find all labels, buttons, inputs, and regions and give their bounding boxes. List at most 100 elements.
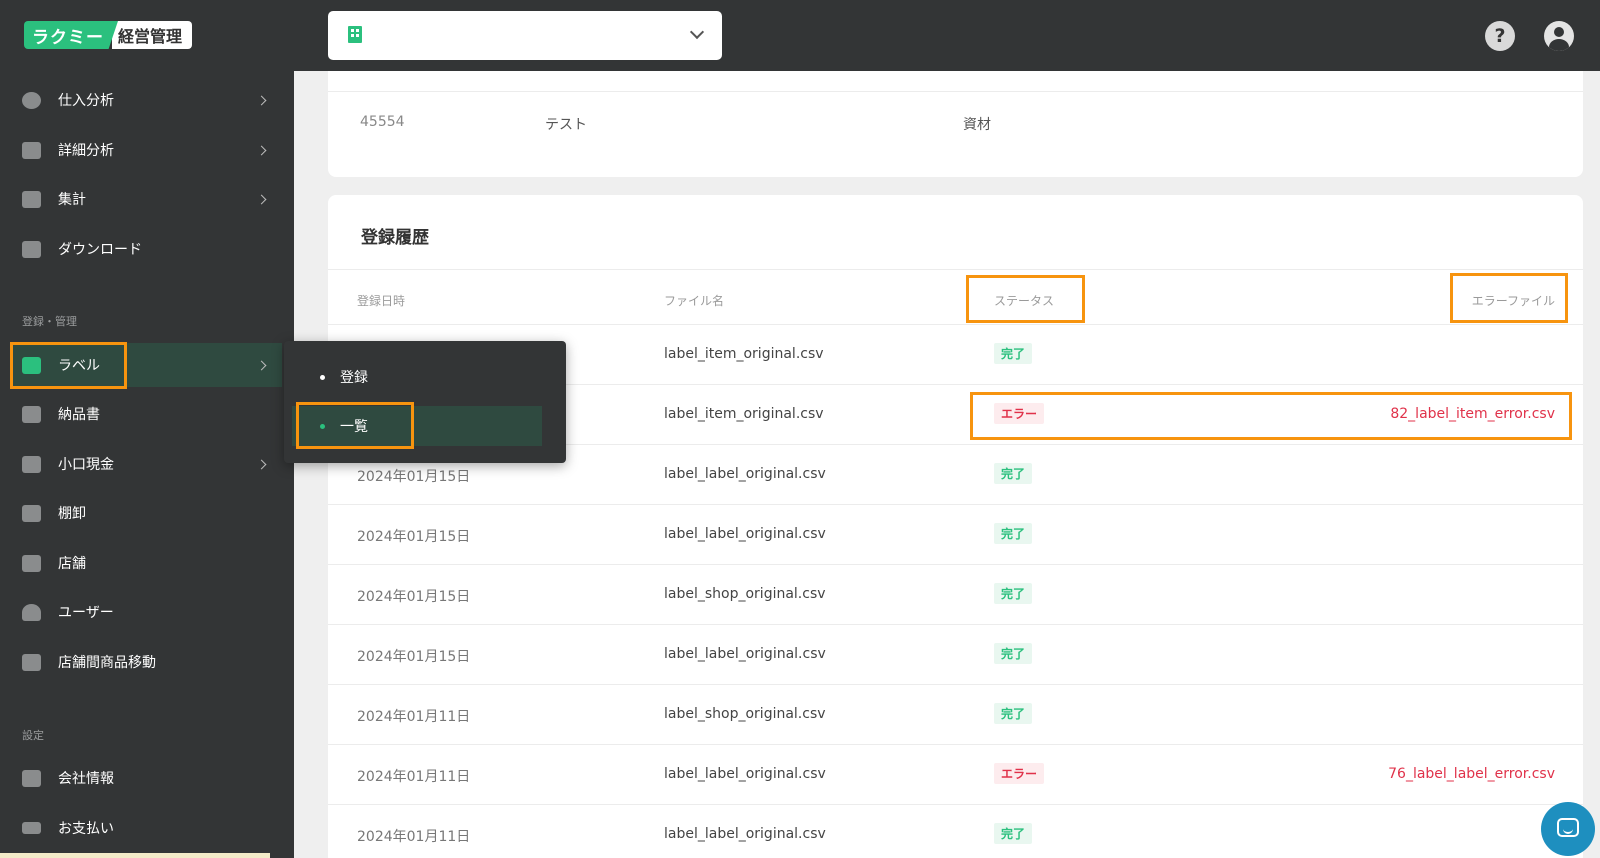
sidebar-item-download[interactable]: ダウンロード (0, 227, 294, 271)
row-date: 2024年01月15日 (357, 589, 471, 605)
status-badge: 完了 (994, 703, 1033, 724)
registration-history-card: 登録履歴 登録日時 ファイル名 ステータス エラーファイル label_item… (328, 195, 1583, 858)
table-row: 2024年01月11日 label_label_original.csv 完了 (328, 805, 1583, 858)
briefcase-icon (22, 769, 41, 787)
sidebar-item-company-info[interactable]: 会社情報 (0, 756, 294, 800)
transfer-icon (22, 653, 41, 671)
sidebar-item-label: 店舗 (58, 556, 86, 572)
sidebar-item-store-transfer[interactable]: 店舗間商品移動 (0, 640, 294, 684)
column-header-date: 登録日時 (357, 294, 406, 308)
table-row: 2024年01月15日 label_label_original.csv 完了 (328, 505, 1583, 565)
sidebar-item-petty-cash[interactable]: 小口現金 (0, 442, 294, 486)
submenu-item-label: 登録 (340, 370, 368, 386)
chevron-right-icon (256, 360, 267, 370)
receipt-icon (22, 405, 41, 423)
pie-chart-icon (22, 91, 41, 109)
item-detail-card: 45554 テスト 資材 (328, 71, 1583, 177)
building-icon (348, 26, 362, 43)
wallet-icon (22, 455, 41, 473)
section-title: 登録履歴 (361, 228, 429, 248)
sidebar-item-label: 詳細分析 (58, 143, 114, 159)
users-icon (22, 603, 41, 621)
sidebar-item-purchase-analysis[interactable]: 仕入分析 (0, 78, 294, 122)
sidebar-item-users[interactable]: ユーザー (0, 590, 294, 634)
row-date: 2024年01月11日 (357, 709, 471, 725)
sidebar-item-label: お支払い (58, 821, 114, 837)
row-filename: label_shop_original.csv (664, 586, 826, 602)
sidebar-item-label: 集計 (58, 192, 86, 208)
grid-icon (22, 504, 41, 522)
sidebar-item-label: ダウンロード (58, 242, 142, 258)
sidebar-item-invoice[interactable]: 納品書 (0, 392, 294, 436)
error-file-link[interactable]: 76_label_label_error.csv (1388, 766, 1555, 782)
sidebar-item-label: ユーザー (58, 605, 114, 621)
highlight-box (10, 342, 127, 389)
table-row: 2024年01月15日 label_label_original.csv 完了 (328, 625, 1583, 685)
sidebar-item-label: 会社情報 (58, 771, 114, 787)
highlight-box (970, 392, 1572, 440)
sidebar-item-label: 小口現金 (58, 457, 114, 473)
sidebar-item-label: 納品書 (58, 407, 100, 423)
row-filename: label_label_original.csv (664, 766, 826, 782)
submenu-item-register[interactable]: 登録 (292, 357, 542, 397)
bullet-icon (320, 374, 325, 380)
status-badge: 完了 (994, 583, 1033, 604)
highlight-box (296, 402, 414, 449)
row-filename: label_label_original.csv (664, 646, 826, 662)
top-header: ラクミー 経営管理 ? (0, 0, 1600, 71)
section-label-register: 登録・管理 (22, 315, 77, 328)
area-chart-icon (22, 141, 41, 159)
row-date: 2024年01月15日 (357, 529, 471, 545)
item-code: 45554 (360, 114, 405, 130)
sidebar-item-label: 店舗間商品移動 (58, 655, 156, 671)
sidebar-item-inventory[interactable]: 棚卸 (0, 491, 294, 535)
chat-support-button[interactable] (1541, 802, 1595, 856)
store-selector[interactable] (328, 11, 722, 60)
row-filename: label_shop_original.csv (664, 706, 826, 722)
row-date: 2024年01月15日 (357, 649, 471, 665)
row-filename: label_label_original.csv (664, 526, 826, 542)
chevron-right-icon (256, 459, 267, 469)
credit-card-icon (22, 822, 41, 834)
row-filename: label_label_original.csv (664, 826, 826, 842)
item-category: 資材 (963, 117, 991, 133)
status-badge: エラー (994, 763, 1045, 784)
sidebar-item-summary[interactable]: 集計 (0, 177, 294, 221)
download-icon (22, 240, 41, 258)
status-badge: 完了 (994, 463, 1033, 484)
row-date: 2024年01月11日 (357, 769, 471, 785)
logo-product: 経営管理 (112, 21, 193, 49)
store-icon (22, 554, 41, 572)
logo-brand: ラクミー (24, 21, 118, 49)
status-badge: 完了 (994, 343, 1033, 364)
sidebar-item-detail-analysis[interactable]: 詳細分析 (0, 128, 294, 172)
highlight-box (1450, 273, 1568, 323)
user-avatar-icon[interactable] (1544, 21, 1574, 51)
sidebar-bottom-strip (0, 853, 270, 858)
section-label-settings: 設定 (22, 729, 44, 742)
item-name: テスト (545, 117, 587, 133)
chevron-right-icon (256, 95, 267, 105)
bar-chart-icon (22, 190, 41, 208)
sidebar-item-label: 棚卸 (58, 506, 86, 522)
table-row: 2024年01月11日 label_shop_original.csv 完了 (328, 685, 1583, 745)
row-date: 2024年01月15日 (357, 469, 471, 485)
sidebar-item-payment[interactable]: お支払い (0, 806, 294, 850)
divider (328, 91, 1583, 92)
table-header: 登録日時 ファイル名 ステータス エラーファイル (328, 269, 1583, 325)
row-filename: label_label_original.csv (664, 466, 826, 482)
help-icon[interactable]: ? (1485, 21, 1515, 51)
row-date: 2024年01月11日 (357, 829, 471, 845)
row-filename: label_item_original.csv (664, 406, 824, 422)
status-badge: 完了 (994, 523, 1033, 544)
highlight-box (966, 275, 1085, 323)
table-row: 2024年01月15日 label_shop_original.csv 完了 (328, 565, 1583, 625)
chevron-right-icon (256, 194, 267, 204)
sidebar-item-store[interactable]: 店舗 (0, 541, 294, 585)
chevron-down-icon (689, 24, 705, 40)
app-logo[interactable]: ラクミー 経営管理 (24, 21, 193, 49)
status-badge: 完了 (994, 823, 1033, 844)
chevron-right-icon (256, 145, 267, 155)
sidebar-item-label: 仕入分析 (58, 93, 114, 109)
column-header-filename: ファイル名 (664, 294, 725, 308)
